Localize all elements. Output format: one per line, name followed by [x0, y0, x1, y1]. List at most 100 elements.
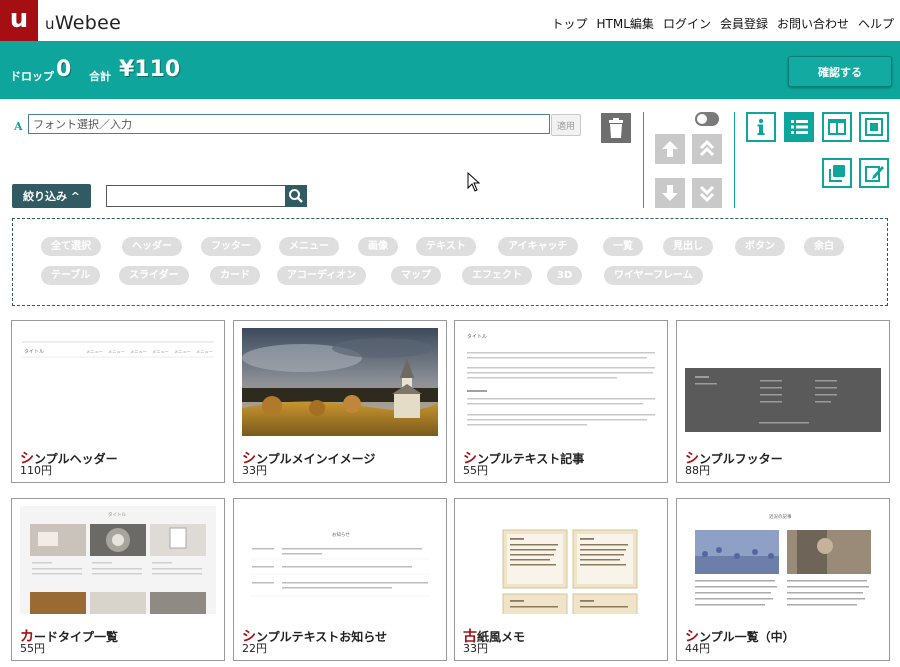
info-button[interactable] — [746, 112, 776, 142]
nav-contact[interactable]: お問い合わせ — [777, 15, 849, 32]
divider-left — [643, 112, 644, 208]
columns-button[interactable] — [822, 112, 852, 142]
thumb-title: タイトル — [108, 511, 126, 518]
tag-footer[interactable]: フッター — [201, 237, 261, 256]
nav-top[interactable]: トップ — [552, 15, 588, 32]
tag-menu[interactable]: メニュー — [279, 237, 339, 256]
move-top-button[interactable] — [692, 134, 722, 164]
nav-html-edit[interactable]: HTML編集 — [597, 15, 654, 32]
tag-eyecatch[interactable]: アイキャッチ — [498, 237, 578, 256]
nav-register[interactable]: 会員登録 — [720, 15, 768, 32]
card-price: 55円 — [463, 464, 488, 477]
divider-right — [734, 112, 735, 208]
logo-prefix: u — [45, 15, 55, 33]
logo-text[interactable]: uWebee — [45, 12, 121, 34]
tag-heading[interactable]: 見出し — [663, 237, 713, 256]
arrow-up-icon — [662, 141, 678, 157]
top-nav: トップ HTML編集 ログイン 会員登録 お問い合わせ ヘルプ — [552, 15, 894, 32]
thumb-title: 近況の記事 — [769, 513, 792, 520]
edit-button[interactable] — [859, 158, 889, 188]
search-button[interactable] — [285, 185, 307, 207]
card-price: 22円 — [242, 642, 267, 655]
card-title-text: ンプル一覧（中） — [699, 630, 795, 644]
thumb-menu-item: メニュー — [196, 349, 213, 354]
total-value: ¥110 — [119, 57, 181, 82]
tag-text[interactable]: テキスト — [416, 237, 476, 256]
apply-button[interactable]: 適用 — [551, 114, 581, 136]
logo-mark[interactable]: u — [0, 0, 38, 41]
fullscreen-icon — [865, 118, 883, 136]
card-price: 55円 — [20, 642, 45, 655]
tag-accordion[interactable]: アコーディオン — [277, 266, 367, 285]
card-thumbnail — [685, 328, 881, 436]
template-card[interactable]: タイトル メニュー メニュー メニュー メニュー メニュー メニュー シンプルヘ… — [11, 320, 225, 483]
tag-button[interactable]: ボタン — [735, 237, 785, 256]
info-icon — [757, 118, 765, 135]
card-price: 88円 — [685, 464, 710, 477]
total-label: 合計 — [89, 70, 111, 83]
card-thumbnail: タイトル — [463, 328, 659, 436]
tag-list[interactable]: 一覧 — [603, 237, 643, 256]
card-price: 44円 — [685, 642, 710, 655]
search-input[interactable] — [106, 185, 288, 207]
card-title-text: ードタイプ一覧 — [34, 630, 119, 644]
thumb-title: お知らせ — [332, 531, 350, 538]
nav-login[interactable]: ログイン — [663, 15, 711, 32]
tag-table[interactable]: テーブル — [41, 266, 101, 285]
card-title-text: ンプルメインイメージ — [256, 452, 376, 466]
toggle-switch[interactable] — [695, 112, 719, 126]
thumb-menu-item: メニュー — [152, 349, 169, 354]
template-card[interactable]: タイトル カードタイプ一覧 55円 — [11, 498, 225, 661]
search-icon — [289, 189, 303, 203]
template-card[interactable]: タイトル シンプルテキスト記事 55円 — [454, 320, 668, 483]
tag-select-all[interactable]: 全て選択 — [41, 237, 101, 256]
card-price: 110円 — [20, 464, 52, 477]
template-card[interactable]: 近況の記事 シンプル一覧（中） 44円 — [676, 498, 890, 661]
tag-header[interactable]: ヘッダー — [122, 237, 182, 256]
nav-help[interactable]: ヘルプ — [858, 15, 894, 32]
top-bar: u uWebee トップ HTML編集 ログイン 会員登録 お問い合わせ ヘルプ — [0, 0, 900, 41]
move-up-button[interactable] — [655, 134, 685, 164]
copy-icon — [829, 165, 845, 182]
tag-map[interactable]: マップ — [391, 266, 441, 285]
move-bottom-button[interactable] — [692, 178, 722, 208]
tag-slider[interactable]: スライダー — [119, 266, 189, 285]
template-card[interactable]: 古紙風メモ 33円 — [454, 498, 668, 661]
summary-bar: ドロップ 0 合計 ¥110 確認する — [0, 41, 900, 99]
double-down-icon — [699, 185, 715, 203]
template-card[interactable]: シンプルメインイメージ 33円 — [233, 320, 447, 483]
tag-filter-box: 全て選択 ヘッダー フッター メニュー 画像 テキスト アイキャッチ 一覧 見出… — [12, 218, 888, 306]
tag-card[interactable]: カード — [210, 266, 260, 285]
card-price: 33円 — [463, 642, 488, 655]
font-input[interactable] — [28, 114, 550, 134]
tag-3d[interactable]: 3D — [547, 266, 583, 285]
drop-count: 0 — [56, 57, 72, 82]
thumb-menu-item: メニュー — [86, 349, 103, 354]
card-title-text: ンプルテキスト記事 — [477, 452, 585, 466]
list-icon — [791, 120, 808, 134]
fullscreen-button[interactable] — [859, 112, 889, 142]
card-thumbnail: タイトル — [20, 506, 216, 614]
tag-effect[interactable]: エフェクト — [462, 266, 532, 285]
thumb-menu-item: メニュー — [130, 349, 147, 354]
logo-name: Webee — [54, 12, 122, 34]
card-thumbnail: お知らせ — [242, 506, 438, 614]
list-view-button[interactable] — [784, 112, 814, 142]
arrow-down-icon — [662, 185, 678, 201]
copy-button[interactable] — [822, 158, 852, 188]
template-card[interactable]: お知らせ シンプルテキストお知らせ 22円 — [233, 498, 447, 661]
move-down-button[interactable] — [655, 178, 685, 208]
confirm-button[interactable]: 確認する — [788, 56, 892, 87]
trash-button[interactable] — [601, 113, 631, 143]
card-title-text: ンプルテキストお知らせ — [256, 630, 388, 644]
card-thumbnail: タイトル メニュー メニュー メニュー メニュー メニュー メニュー — [20, 328, 216, 436]
tag-image[interactable]: 画像 — [358, 237, 398, 256]
tag-wireframe[interactable]: ワイヤーフレーム — [604, 266, 703, 285]
filter-toggle-button[interactable]: 絞り込み ^ — [12, 184, 91, 208]
card-price: 33円 — [242, 464, 267, 477]
card-thumbnail: 近況の記事 — [685, 506, 881, 614]
template-card[interactable]: シンプルフッター 88円 — [676, 320, 890, 483]
tag-spacing[interactable]: 余白 — [804, 237, 844, 256]
thumb-menu-item: メニュー — [174, 349, 191, 354]
trash-icon — [609, 118, 623, 138]
